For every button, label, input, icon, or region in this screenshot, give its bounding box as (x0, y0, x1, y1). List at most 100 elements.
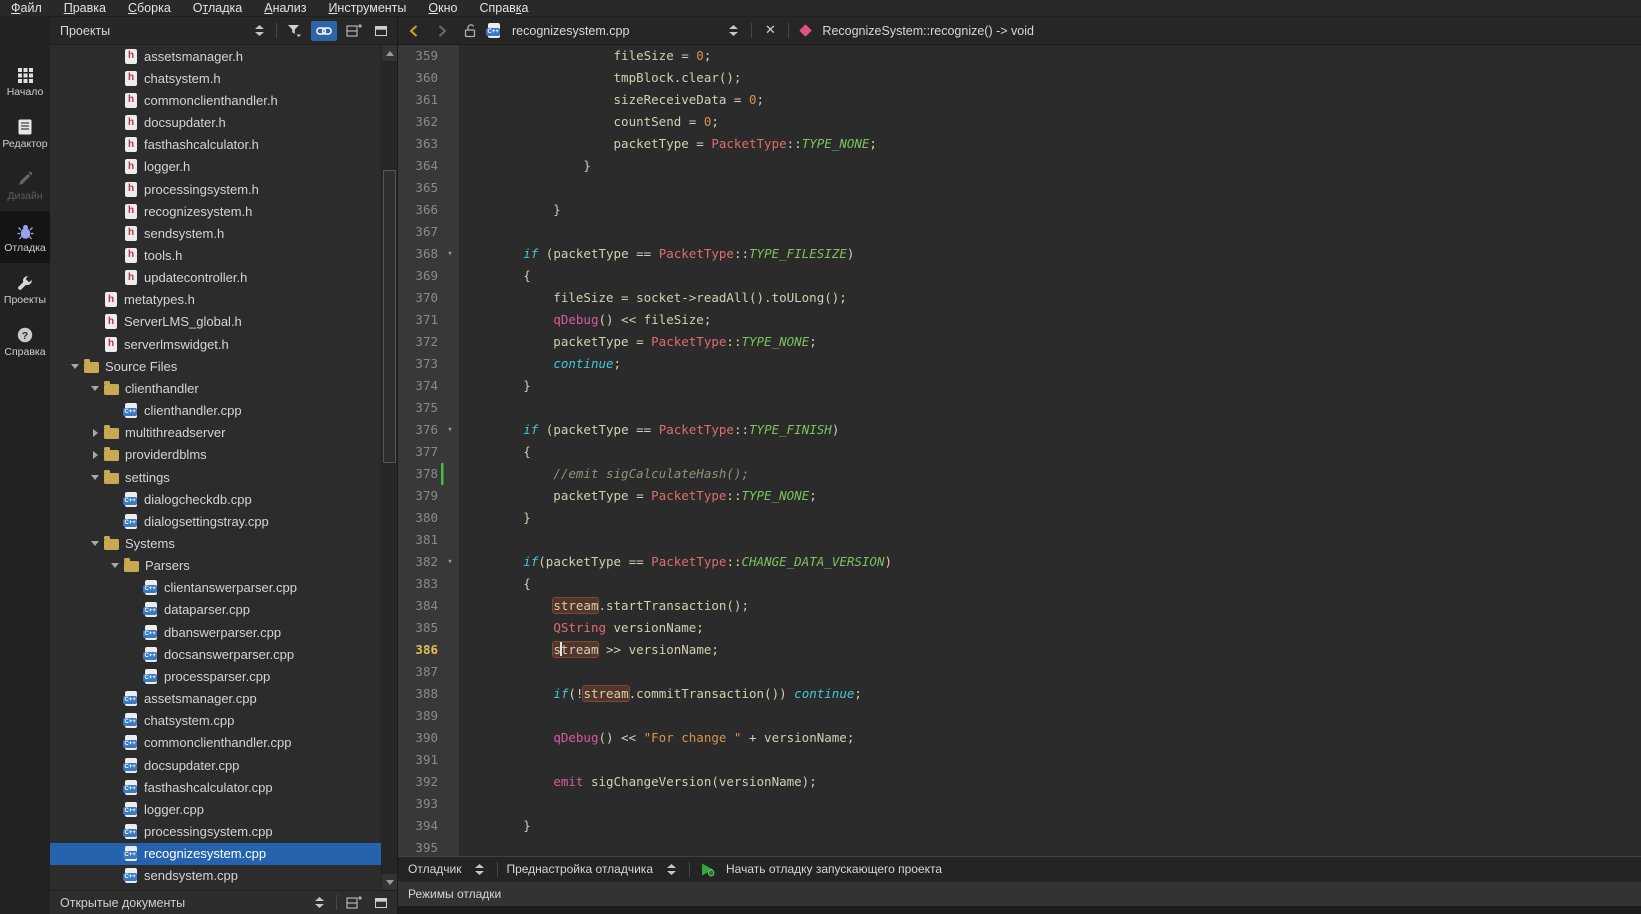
tree-item-Parsers[interactable]: Parsers (50, 555, 381, 577)
code-line-361[interactable]: 361 sizeReceiveData = 0; (398, 89, 1641, 111)
tree-item-commonclienthandler.cpp[interactable]: C++commonclienthandler.cpp (50, 732, 381, 754)
code-line-381[interactable]: 381 (398, 529, 1641, 551)
close-panel-icon[interactable] (371, 21, 391, 41)
tree-item-tools.cpp[interactable]: C++tools.cpp (50, 887, 381, 890)
open-docs-combo-arrows-icon[interactable] (309, 893, 329, 913)
expanded-arrow-icon[interactable] (87, 471, 103, 484)
tree-item-settings[interactable]: settings (50, 466, 381, 488)
code-line-391[interactable]: 391 (398, 749, 1641, 771)
menu-item-Анализ[interactable]: Анализ (253, 0, 317, 17)
code-line-384[interactable]: 384 stream.startTransaction(); (398, 595, 1641, 617)
tree-item-commonclienthandler.h[interactable]: hcommonclienthandler.h (50, 89, 381, 111)
mode-editor-doc[interactable]: Редактор (0, 107, 50, 159)
tree-item-docsupdater.cpp[interactable]: C++docsupdater.cpp (50, 754, 381, 776)
mode-home-grid[interactable]: Начало (0, 55, 50, 107)
tree-item-dialogcheckdb.cpp[interactable]: C++dialogcheckdb.cpp (50, 488, 381, 510)
tree-item-assetsmanager.cpp[interactable]: C++assetsmanager.cpp (50, 688, 381, 710)
code-line-387[interactable]: 387 (398, 661, 1641, 683)
menu-item-Инструменты[interactable]: Инструменты (317, 0, 417, 17)
tree-item-multithreadserver[interactable]: multithreadserver (50, 422, 381, 444)
file-combo-arrows-icon[interactable] (723, 21, 743, 41)
code-line-395[interactable]: 395 (398, 837, 1641, 856)
tree-item-clienthandler.cpp[interactable]: C++clienthandler.cpp (50, 400, 381, 422)
code-line-386[interactable]: 386 stream >> versionName; (398, 639, 1641, 661)
close-panel-icon[interactable] (371, 893, 391, 913)
code-line-390[interactable]: 390 qDebug() << "For change " + versionN… (398, 727, 1641, 749)
code-line-383[interactable]: 383 { (398, 573, 1641, 595)
menu-item-Правка[interactable]: Правка (53, 0, 117, 17)
preset-combo-arrows-icon[interactable] (661, 859, 681, 879)
tree-item-recognizesystem.cpp[interactable]: C++recognizesystem.cpp (50, 843, 381, 865)
menu-item-Сборка[interactable]: Сборка (117, 0, 182, 17)
tree-item-Systems[interactable]: Systems (50, 532, 381, 554)
tree-item-processparser.cpp[interactable]: C++processparser.cpp (50, 665, 381, 687)
fold-marker-icon[interactable]: ▾ (441, 419, 459, 441)
scroll-up-icon[interactable] (382, 45, 398, 61)
tree-item-dataparser.cpp[interactable]: C++dataparser.cpp (50, 599, 381, 621)
code-line-380[interactable]: 380 } (398, 507, 1641, 529)
tree-item-logger.cpp[interactable]: C++logger.cpp (50, 798, 381, 820)
scroll-down-icon[interactable] (382, 874, 398, 890)
tree-item-chatsystem.h[interactable]: hchatsystem.h (50, 67, 381, 89)
code-line-382[interactable]: 382▾ if(packetType == PacketType::CHANGE… (398, 551, 1641, 573)
code-line-372[interactable]: 372 packetType = PacketType::TYPE_NONE; (398, 331, 1641, 353)
mode-projects-wrench[interactable]: Проекты (0, 263, 50, 315)
tree-item-sendsystem.cpp[interactable]: C++sendsystem.cpp (50, 865, 381, 887)
menu-item-Справка[interactable]: Справка (468, 0, 539, 17)
expanded-arrow-icon[interactable] (67, 360, 83, 373)
menu-item-Файл[interactable]: Файл (0, 0, 53, 17)
code-line-369[interactable]: 369 { (398, 265, 1641, 287)
code-line-370[interactable]: 370 fileSize = socket->readAll().toULong… (398, 287, 1641, 309)
tree-item-logger.h[interactable]: hlogger.h (50, 156, 381, 178)
code-line-362[interactable]: 362 countSend = 0; (398, 111, 1641, 133)
code-area[interactable]: 359 fileSize = 0;360 tmpBlock.clear();36… (398, 45, 1641, 856)
close-document-icon[interactable]: ✕ (760, 21, 780, 41)
tree-item-docsanswerparser.cpp[interactable]: C++docsanswerparser.cpp (50, 643, 381, 665)
mode-design-pencil[interactable]: Дизайн (0, 159, 50, 211)
sync-with-editor-toggle[interactable] (311, 21, 337, 41)
code-line-368[interactable]: 368▾ if (packetType == PacketType::TYPE_… (398, 243, 1641, 265)
expanded-arrow-icon[interactable] (87, 537, 103, 550)
scrollbar-thumb[interactable] (383, 170, 396, 463)
code-line-377[interactable]: 377 { (398, 441, 1641, 463)
tree-item-fasthashcalculator.cpp[interactable]: C++fasthashcalculator.cpp (50, 776, 381, 798)
tree-item-dbanswerparser.cpp[interactable]: C++dbanswerparser.cpp (50, 621, 381, 643)
code-line-388[interactable]: 388 if(!stream.commitTransaction()) cont… (398, 683, 1641, 705)
code-line-363[interactable]: 363 packetType = PacketType::TYPE_NONE; (398, 133, 1641, 155)
current-symbol-dropdown[interactable]: RecognizeSystem::recognize() -> void (822, 24, 1034, 38)
tree-item-ServerLMS_global.h[interactable]: hServerLMS_global.h (50, 311, 381, 333)
code-line-359[interactable]: 359 fileSize = 0; (398, 45, 1641, 67)
code-line-374[interactable]: 374 } (398, 375, 1641, 397)
code-line-392[interactable]: 392 emit sigChangeVersion(versionName); (398, 771, 1641, 793)
start-debug-icon[interactable] (698, 859, 718, 879)
code-line-364[interactable]: 364 } (398, 155, 1641, 177)
expanded-arrow-icon[interactable] (87, 382, 103, 395)
code-line-379[interactable]: 379 packetType = PacketType::TYPE_NONE; (398, 485, 1641, 507)
fold-marker-icon[interactable]: ▾ (441, 551, 459, 573)
fold-marker-icon[interactable]: ▾ (441, 243, 459, 265)
tree-item-assetsmanager.h[interactable]: hassetsmanager.h (50, 45, 381, 67)
tree-item-sendsystem.h[interactable]: hsendsystem.h (50, 222, 381, 244)
code-line-367[interactable]: 367 (398, 221, 1641, 243)
split-panel-icon[interactable] (344, 21, 364, 41)
mode-help-circle[interactable]: ?Справка (0, 315, 50, 367)
collapsed-arrow-icon[interactable] (87, 429, 103, 437)
tree-item-processingsystem.h[interactable]: hprocessingsystem.h (50, 178, 381, 200)
code-line-365[interactable]: 365 (398, 177, 1641, 199)
filter-icon[interactable] (284, 21, 304, 41)
code-line-366[interactable]: 366 } (398, 199, 1641, 221)
debugger-combo-arrows-icon[interactable] (469, 859, 489, 879)
go-back-icon[interactable] (404, 21, 424, 41)
tree-item-fasthashcalculator.h[interactable]: hfasthashcalculator.h (50, 134, 381, 156)
open-documents-title-dropdown[interactable]: Открытые документы (60, 896, 309, 910)
code-line-394[interactable]: 394 } (398, 815, 1641, 837)
go-forward-icon[interactable] (432, 21, 452, 41)
collapsed-arrow-icon[interactable] (87, 451, 103, 459)
code-line-375[interactable]: 375 (398, 397, 1641, 419)
code-line-376[interactable]: 376▾ if (packetType == PacketType::TYPE_… (398, 419, 1641, 441)
code-line-360[interactable]: 360 tmpBlock.clear(); (398, 67, 1641, 89)
mode-debug-bug[interactable]: Отладка (0, 211, 50, 263)
code-line-378[interactable]: 378 //emit sigCalculateHash(); (398, 463, 1641, 485)
tree-item-dialogsettingstray.cpp[interactable]: C++dialogsettingstray.cpp (50, 510, 381, 532)
tree-item-recognizesystem.h[interactable]: hrecognizesystem.h (50, 200, 381, 222)
